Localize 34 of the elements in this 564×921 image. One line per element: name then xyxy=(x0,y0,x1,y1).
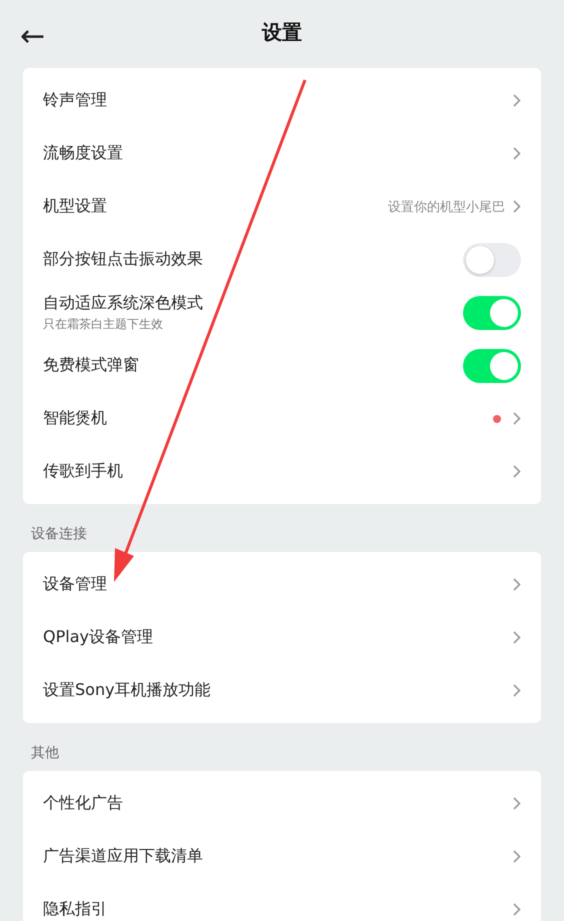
section-title: 其他 xyxy=(30,744,60,763)
setting-label[interactable]: 自动适应系统深色模式 xyxy=(43,292,463,314)
toggle-switch[interactable] xyxy=(463,242,521,276)
page-title: 设置 xyxy=(262,18,302,46)
setting-hint: 只在霜茶白主题下生效 xyxy=(43,316,164,332)
toggle-switch[interactable] xyxy=(463,296,521,330)
setting-label[interactable]: 广告渠道应用下载清单 xyxy=(43,846,513,867)
section-title: 设备连接 xyxy=(30,525,88,544)
setting-label[interactable]: 设备管理 xyxy=(43,574,513,595)
chevron-icon xyxy=(513,797,521,810)
setting-label[interactable]: 智能煲机 xyxy=(43,408,493,429)
setting-label[interactable]: 流畅度设置 xyxy=(43,143,513,164)
setting-label[interactable]: 传歌到手机 xyxy=(43,461,513,482)
setting-value: 设置你的机型小尾巴 xyxy=(388,198,505,216)
chevron-icon xyxy=(513,903,521,916)
setting-label[interactable]: 免费模式弹窗 xyxy=(43,355,463,376)
chevron-icon xyxy=(513,94,521,107)
chevron-icon xyxy=(513,147,521,160)
setting-label[interactable]: 设置Sony耳机播放功能 xyxy=(43,680,513,701)
chevron-icon xyxy=(513,684,521,697)
chevron-icon xyxy=(513,631,521,644)
setting-label[interactable]: 个性化广告 xyxy=(43,793,513,814)
chevron-icon xyxy=(513,465,521,478)
setting-label[interactable]: 隐私指引 xyxy=(43,899,513,920)
chevron-icon xyxy=(513,850,521,863)
setting-label[interactable]: 铃声管理 xyxy=(43,90,513,111)
setting-label[interactable]: QPlay设备管理 xyxy=(43,627,513,648)
toggle-switch[interactable] xyxy=(463,348,521,382)
setting-label[interactable]: 机型设置 xyxy=(43,196,388,217)
chevron-icon xyxy=(513,412,521,425)
chevron-icon xyxy=(513,578,521,591)
back-button[interactable]: ← xyxy=(20,22,46,52)
setting-label[interactable]: 部分按钮点击振动效果 xyxy=(43,249,463,270)
chevron-icon xyxy=(513,200,521,213)
